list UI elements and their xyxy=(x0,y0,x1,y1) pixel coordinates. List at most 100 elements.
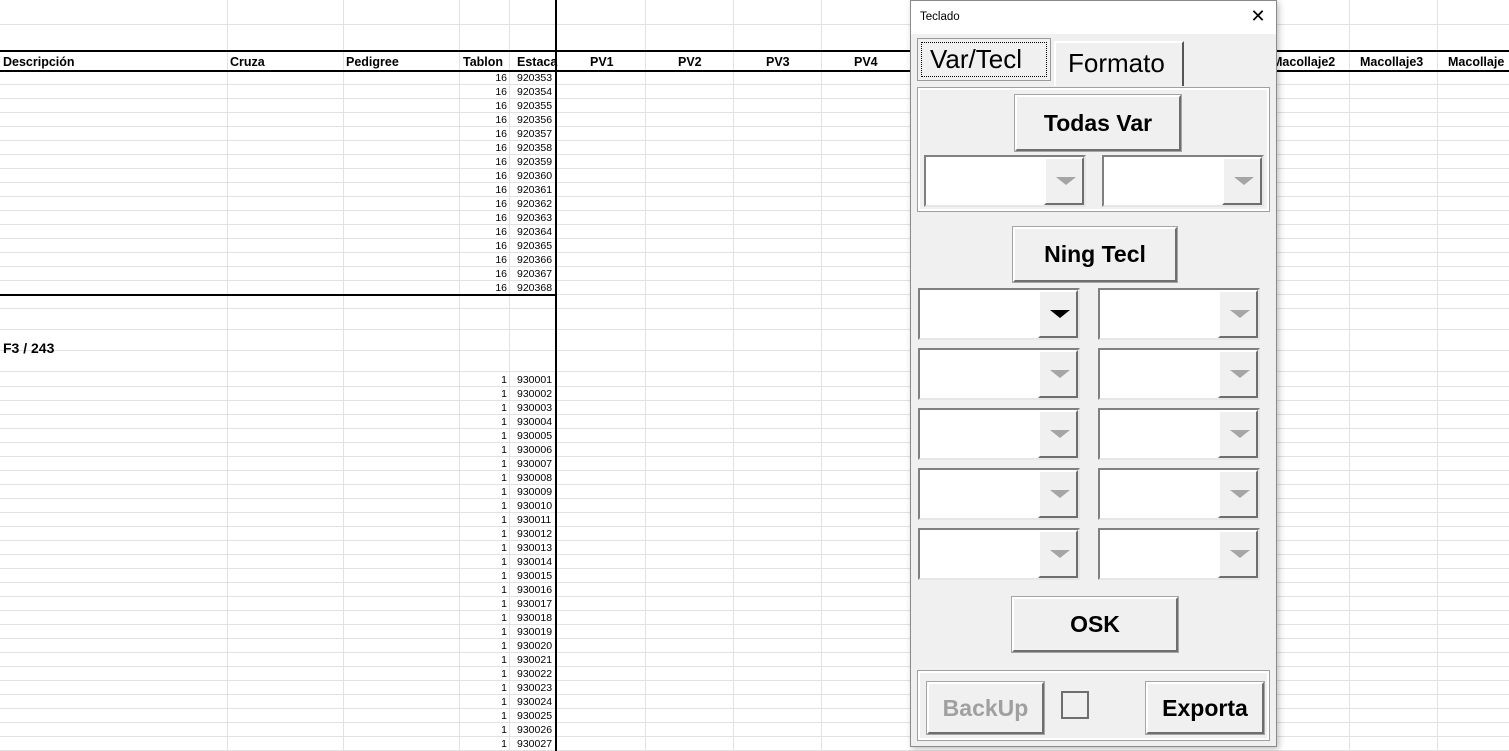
estaca-cell[interactable]: 920357 xyxy=(517,127,552,141)
close-icon[interactable]: ✕ xyxy=(1248,6,1268,26)
estaca-cell[interactable]: 920360 xyxy=(517,169,552,183)
tablon-cell[interactable]: 1 xyxy=(467,541,507,555)
combo-key-2[interactable] xyxy=(1098,288,1260,340)
tablon-cell[interactable]: 16 xyxy=(467,267,507,281)
backup-checkbox[interactable] xyxy=(1061,691,1089,719)
header-macollaje2[interactable]: Macollaje2 xyxy=(1272,55,1335,69)
combo-arrow[interactable] xyxy=(1038,290,1078,338)
tablon-cell[interactable]: 1 xyxy=(467,597,507,611)
header-cruza[interactable]: Cruza xyxy=(230,55,265,69)
combo-arrow[interactable] xyxy=(1218,410,1258,458)
combo-arrow[interactable] xyxy=(1038,470,1078,518)
estaca-cell[interactable]: 920365 xyxy=(517,239,552,253)
ning-tecl-button[interactable]: Ning Tecl xyxy=(1012,226,1178,283)
combo-arrow[interactable] xyxy=(1218,530,1258,578)
combo-key-1[interactable] xyxy=(918,288,1080,340)
tablon-cell[interactable]: 16 xyxy=(467,141,507,155)
tablon-cell[interactable]: 1 xyxy=(467,527,507,541)
header-pedigree[interactable]: Pedigree xyxy=(346,55,399,69)
tablon-cell[interactable]: 1 xyxy=(467,681,507,695)
estaca-cell[interactable]: 930003 xyxy=(517,401,552,415)
estaca-cell[interactable]: 920361 xyxy=(517,183,552,197)
tablon-cell[interactable]: 1 xyxy=(467,429,507,443)
header-tablon[interactable]: Tablon xyxy=(463,55,503,69)
tablon-cell[interactable]: 1 xyxy=(467,611,507,625)
tablon-cell[interactable]: 1 xyxy=(467,695,507,709)
estaca-cell[interactable]: 930014 xyxy=(517,555,552,569)
tablon-cell[interactable]: 16 xyxy=(467,281,507,295)
tablon-cell[interactable]: 1 xyxy=(467,387,507,401)
estaca-cell[interactable]: 920359 xyxy=(517,155,552,169)
header-pv3[interactable]: PV3 xyxy=(766,55,790,69)
estaca-cell[interactable]: 930004 xyxy=(517,415,552,429)
tablon-cell[interactable]: 1 xyxy=(467,709,507,723)
estaca-cell[interactable]: 930024 xyxy=(517,695,552,709)
header-pv2[interactable]: PV2 xyxy=(678,55,702,69)
backup-button[interactable]: BackUp xyxy=(926,681,1045,735)
estaca-cell[interactable]: 930025 xyxy=(517,709,552,723)
header-estaca[interactable]: Estaca xyxy=(517,55,557,69)
tablon-cell[interactable]: 16 xyxy=(467,169,507,183)
combo-arrow[interactable] xyxy=(1044,157,1084,205)
tablon-cell[interactable]: 1 xyxy=(467,569,507,583)
combo-arrow[interactable] xyxy=(1038,530,1078,578)
tablon-cell[interactable]: 1 xyxy=(467,555,507,569)
tab-var-tecl[interactable]: Var/Tecl xyxy=(917,38,1051,81)
estaca-cell[interactable]: 930007 xyxy=(517,457,552,471)
tablon-cell[interactable]: 16 xyxy=(467,127,507,141)
estaca-cell[interactable]: 930023 xyxy=(517,681,552,695)
tablon-cell[interactable]: 16 xyxy=(467,71,507,85)
combo-todas-2[interactable] xyxy=(1102,155,1264,207)
combo-key-4[interactable] xyxy=(1098,348,1260,400)
estaca-cell[interactable]: 920356 xyxy=(517,113,552,127)
estaca-cell[interactable]: 920353 xyxy=(517,71,552,85)
tablon-cell[interactable]: 16 xyxy=(467,225,507,239)
estaca-cell[interactable]: 930009 xyxy=(517,485,552,499)
combo-arrow[interactable] xyxy=(1218,350,1258,398)
exporta-button[interactable]: Exporta xyxy=(1145,681,1265,735)
dialog-titlebar[interactable]: Teclado ✕ xyxy=(911,1,1276,34)
section-title[interactable]: F3 / 243 xyxy=(3,340,54,356)
estaca-cell[interactable]: 930002 xyxy=(517,387,552,401)
tablon-cell[interactable]: 1 xyxy=(467,723,507,737)
header-pv4[interactable]: PV4 xyxy=(854,55,878,69)
estaca-cell[interactable]: 920362 xyxy=(517,197,552,211)
combo-arrow[interactable] xyxy=(1038,410,1078,458)
tablon-cell[interactable]: 16 xyxy=(467,183,507,197)
estaca-cell[interactable]: 920368 xyxy=(517,281,552,295)
tablon-cell[interactable]: 1 xyxy=(467,513,507,527)
estaca-cell[interactable]: 930021 xyxy=(517,653,552,667)
estaca-cell[interactable]: 930017 xyxy=(517,597,552,611)
tablon-cell[interactable]: 1 xyxy=(467,471,507,485)
tablon-cell[interactable]: 16 xyxy=(467,253,507,267)
estaca-cell[interactable]: 920367 xyxy=(517,267,552,281)
tablon-cell[interactable]: 1 xyxy=(467,401,507,415)
estaca-cell[interactable]: 920355 xyxy=(517,99,552,113)
tablon-cell[interactable]: 1 xyxy=(467,415,507,429)
estaca-cell[interactable]: 920364 xyxy=(517,225,552,239)
combo-key-8[interactable] xyxy=(1098,468,1260,520)
combo-key-10[interactable] xyxy=(1098,528,1260,580)
combo-arrow[interactable] xyxy=(1038,350,1078,398)
estaca-cell[interactable]: 930018 xyxy=(517,611,552,625)
tablon-cell[interactable]: 16 xyxy=(467,197,507,211)
estaca-cell[interactable]: 930016 xyxy=(517,583,552,597)
estaca-cell[interactable]: 930006 xyxy=(517,443,552,457)
estaca-cell[interactable]: 930005 xyxy=(517,429,552,443)
combo-key-9[interactable] xyxy=(918,528,1080,580)
tablon-cell[interactable]: 1 xyxy=(467,583,507,597)
combo-key-7[interactable] xyxy=(918,468,1080,520)
estaca-cell[interactable]: 930001 xyxy=(517,373,552,387)
tablon-cell[interactable]: 16 xyxy=(467,155,507,169)
tablon-cell[interactable]: 16 xyxy=(467,211,507,225)
tablon-cell[interactable]: 16 xyxy=(467,85,507,99)
header-macollaje[interactable]: Macollaje xyxy=(1448,55,1504,69)
estaca-cell[interactable]: 920363 xyxy=(517,211,552,225)
tablon-cell[interactable]: 1 xyxy=(467,667,507,681)
tablon-cell[interactable]: 1 xyxy=(467,499,507,513)
estaca-cell[interactable]: 930011 xyxy=(517,513,551,527)
combo-arrow[interactable] xyxy=(1218,290,1258,338)
combo-arrow[interactable] xyxy=(1218,470,1258,518)
tablon-cell[interactable]: 16 xyxy=(467,113,507,127)
tablon-cell[interactable]: 1 xyxy=(467,639,507,653)
